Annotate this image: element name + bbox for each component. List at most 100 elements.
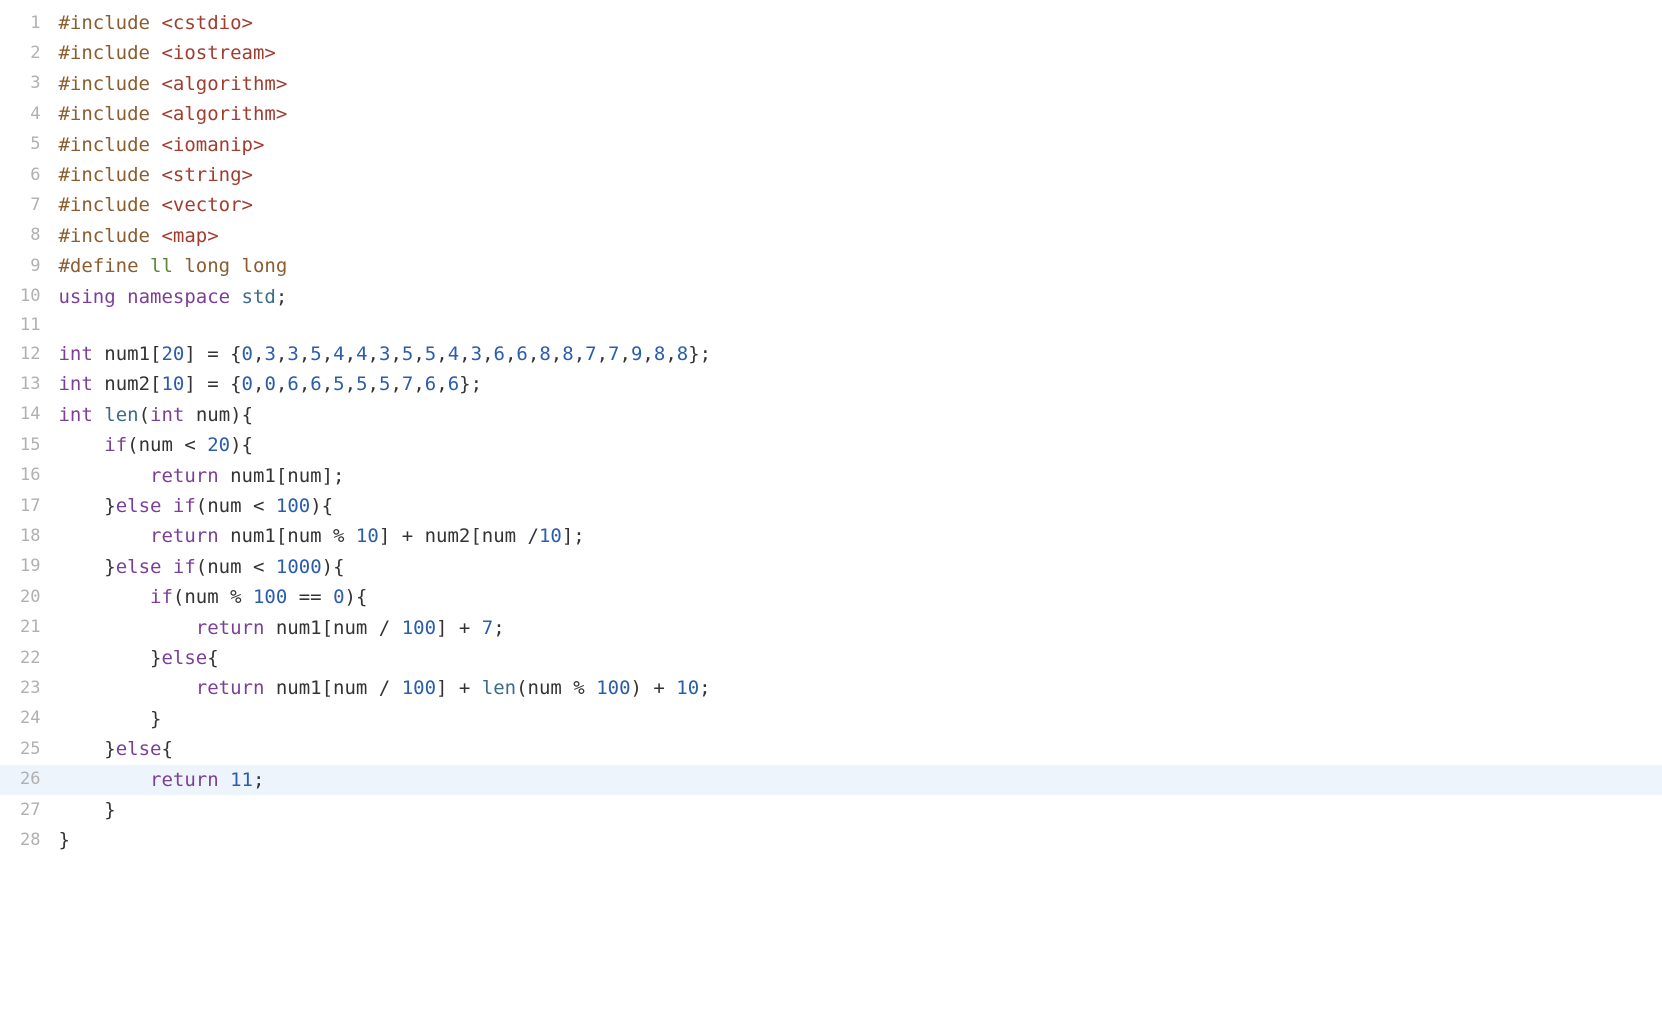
line-content[interactable]: #include <string> <box>58 160 1662 190</box>
code-line[interactable]: 10using namespace std; <box>0 282 1662 312</box>
code-line[interactable]: 14int len(int num){ <box>0 400 1662 430</box>
line-content[interactable]: }else{ <box>58 643 1662 673</box>
line-content[interactable] <box>58 312 1662 339</box>
token: ]; <box>562 525 585 547</box>
token: <cstdio> <box>161 12 253 34</box>
code-line[interactable]: 25 }else{ <box>0 734 1662 764</box>
token: if <box>173 495 196 517</box>
token: #include <box>58 73 161 95</box>
line-number: 17 <box>0 491 58 521</box>
token <box>161 556 172 578</box>
token: ){ <box>345 586 368 608</box>
token: , <box>253 373 264 395</box>
token: ){ <box>230 434 253 456</box>
token: std <box>242 286 276 308</box>
line-content[interactable]: } <box>58 795 1662 825</box>
code-line[interactable]: 18 return num1[num % 10] + num2[num /10]… <box>0 521 1662 551</box>
code-line[interactable]: 9#define ll long long <box>0 251 1662 281</box>
line-content[interactable]: #include <algorithm> <box>58 69 1662 99</box>
line-number: 12 <box>0 339 58 369</box>
token: , <box>665 343 676 365</box>
code-line[interactable]: 6#include <string> <box>0 160 1662 190</box>
code-line[interactable]: 7#include <vector> <box>0 190 1662 220</box>
token: ; <box>276 286 287 308</box>
token <box>58 769 150 791</box>
code-line[interactable]: 12int num1[20] = {0,3,3,5,4,4,3,5,5,4,3,… <box>0 339 1662 369</box>
code-editor[interactable]: 1#include <cstdio>2#include <iostream>3#… <box>0 8 1662 856</box>
line-content[interactable]: #include <iomanip> <box>58 130 1662 160</box>
token: using <box>58 286 115 308</box>
token: 3 <box>379 343 390 365</box>
line-content[interactable]: #include <map> <box>58 221 1662 251</box>
line-content[interactable]: return 11; <box>58 765 1662 795</box>
token: num1[num / <box>264 617 401 639</box>
code-line[interactable]: 11 <box>0 312 1662 339</box>
code-line[interactable]: 8#include <map> <box>0 221 1662 251</box>
line-content[interactable]: int num2[10] = {0,0,6,6,5,5,5,7,6,6}; <box>58 369 1662 399</box>
line-number: 7 <box>0 190 58 220</box>
line-content[interactable]: }else if(num < 100){ <box>58 491 1662 521</box>
line-content[interactable]: } <box>58 704 1662 734</box>
line-content[interactable]: return num1[num / 100] + 7; <box>58 613 1662 643</box>
token <box>58 434 104 456</box>
code-line[interactable]: 13int num2[10] = {0,0,6,6,5,5,5,7,6,6}; <box>0 369 1662 399</box>
token: , <box>322 373 333 395</box>
token: , <box>368 373 379 395</box>
line-content[interactable]: if(num % 100 == 0){ <box>58 582 1662 612</box>
line-content[interactable]: }else if(num < 1000){ <box>58 552 1662 582</box>
line-number: 14 <box>0 400 58 430</box>
line-content[interactable]: #define ll long long <box>58 251 1662 281</box>
code-line[interactable]: 5#include <iomanip> <box>0 130 1662 160</box>
line-content[interactable]: int num1[20] = {0,3,3,5,4,4,3,5,5,4,3,6,… <box>58 339 1662 369</box>
code-line[interactable]: 15 if(num < 20){ <box>0 430 1662 460</box>
line-content[interactable]: #include <iostream> <box>58 38 1662 68</box>
line-content[interactable]: #include <algorithm> <box>58 99 1662 129</box>
code-line[interactable]: 23 return num1[num / 100] + len(num % 10… <box>0 673 1662 703</box>
code-line[interactable]: 28} <box>0 825 1662 855</box>
token: ] = { <box>184 373 241 395</box>
line-number: 1 <box>0 8 58 38</box>
code-line[interactable]: 3#include <algorithm> <box>0 69 1662 99</box>
token: , <box>322 343 333 365</box>
token: ll <box>150 255 184 277</box>
code-line[interactable]: 22 }else{ <box>0 643 1662 673</box>
line-content[interactable]: using namespace std; <box>58 282 1662 312</box>
line-content[interactable]: return num1[num]; <box>58 461 1662 491</box>
token: } <box>58 647 161 669</box>
code-line[interactable]: 4#include <algorithm> <box>0 99 1662 129</box>
code-line[interactable]: 16 return num1[num]; <box>0 461 1662 491</box>
line-content[interactable]: } <box>58 825 1662 855</box>
code-line[interactable]: 20 if(num % 100 == 0){ <box>0 582 1662 612</box>
line-content[interactable]: #include <vector> <box>58 190 1662 220</box>
token: 6 <box>425 373 436 395</box>
line-number: 9 <box>0 251 58 281</box>
token: 100 <box>596 677 630 699</box>
token: , <box>459 343 470 365</box>
token: <iomanip> <box>161 134 264 156</box>
token: else <box>116 556 162 578</box>
token: num1[num / <box>264 677 401 699</box>
line-content[interactable]: return num1[num / 100] + len(num % 100) … <box>58 673 1662 703</box>
line-content[interactable]: if(num < 20){ <box>58 430 1662 460</box>
line-content[interactable]: return num1[num % 10] + num2[num /10]; <box>58 521 1662 551</box>
token: 10 <box>539 525 562 547</box>
line-number: 22 <box>0 643 58 673</box>
token: int <box>58 343 92 365</box>
code-line[interactable]: 27 } <box>0 795 1662 825</box>
token: , <box>390 373 401 395</box>
line-content[interactable]: }else{ <box>58 734 1662 764</box>
code-line[interactable]: 21 return num1[num / 100] + 7; <box>0 613 1662 643</box>
token <box>219 769 230 791</box>
token: { <box>207 647 218 669</box>
code-line[interactable]: 26 return 11; <box>0 765 1662 795</box>
token: ){ <box>322 556 345 578</box>
line-content[interactable]: int len(int num){ <box>58 400 1662 430</box>
code-line[interactable]: 2#include <iostream> <box>0 38 1662 68</box>
token: ) + <box>631 677 677 699</box>
code-line[interactable]: 19 }else if(num < 1000){ <box>0 552 1662 582</box>
token: , <box>436 343 447 365</box>
code-line[interactable]: 17 }else if(num < 100){ <box>0 491 1662 521</box>
code-line[interactable]: 1#include <cstdio> <box>0 8 1662 38</box>
line-content[interactable]: #include <cstdio> <box>58 8 1662 38</box>
code-line[interactable]: 24 } <box>0 704 1662 734</box>
